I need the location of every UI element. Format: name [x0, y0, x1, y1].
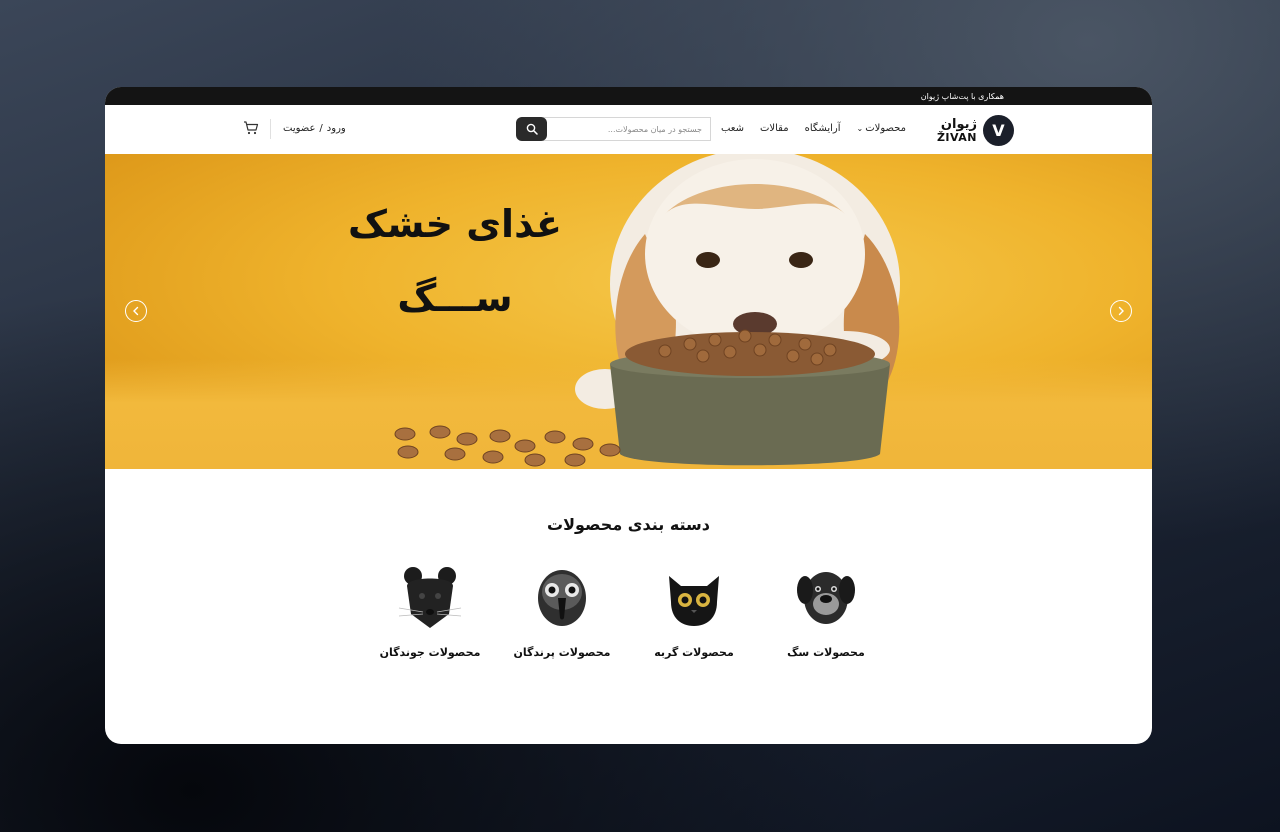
nav-item-branches[interactable]: شعب	[721, 123, 744, 134]
chevron-right-icon	[1118, 306, 1124, 316]
cart-icon[interactable]	[243, 120, 259, 136]
search-button[interactable]	[516, 117, 547, 141]
logo-mark-icon: V	[983, 115, 1014, 146]
site-header: ژیوان ŽIVAN V محصولات ⌄ آرایشگاه مقالات …	[105, 105, 1152, 154]
announcement-link[interactable]: همکاری با پت‌شاپ ژیوان	[921, 92, 1004, 101]
top-announcement-bar: همکاری با پت‌شاپ ژیوان	[105, 87, 1152, 105]
dog-eating-image	[394, 154, 900, 467]
dog-icon	[797, 572, 855, 624]
category-dog[interactable]: محصولات سگ	[766, 562, 886, 659]
category-cat[interactable]: محصولات گربه	[634, 562, 754, 659]
logo-name-en: ŽIVAN	[936, 130, 977, 144]
browser-frame: همکاری با پت‌شاپ ژیوان ژیوان ŽIVAN V محص…	[105, 87, 1152, 744]
hero-banner[interactable]: غذای خشک ســـگ	[105, 154, 1152, 469]
banner-headline: غذای خشک ســـگ	[348, 202, 562, 320]
category-rodent-label: محصولات جوندگان	[379, 646, 481, 659]
category-dog-label: محصولات سگ	[787, 646, 865, 659]
bird-icon	[538, 570, 586, 626]
category-bird[interactable]: محصولات پرندگان	[502, 562, 622, 659]
banner-title-line1: غذای خشک	[348, 202, 562, 246]
nav-item-products[interactable]: محصولات ⌄	[857, 123, 906, 134]
cat-icon	[669, 576, 719, 626]
register-link[interactable]: عضویت	[283, 123, 315, 134]
categories-title: دسته بندی محصولات	[547, 515, 710, 534]
auth-separator: /	[319, 123, 323, 134]
main-nav: محصولات ⌄ آرایشگاه مقالات شعب	[721, 123, 906, 134]
header-divider	[270, 119, 271, 139]
chevron-left-icon	[133, 306, 139, 316]
search-input[interactable]	[543, 117, 711, 141]
banner-prev-button[interactable]	[125, 300, 147, 322]
site-logo[interactable]: ژیوان ŽIVAN V	[937, 115, 1014, 146]
banner-title-line2: ســـگ	[397, 276, 513, 320]
banner-next-button[interactable]	[1110, 300, 1132, 322]
search-bar	[516, 117, 711, 141]
auth-links: عضویت / ورود	[283, 123, 346, 134]
category-bird-label: محصولات پرندگان	[513, 646, 611, 659]
rodent-icon	[398, 567, 462, 628]
search-icon	[526, 123, 538, 135]
nav-item-articles[interactable]: مقالات	[760, 123, 789, 134]
category-list: محصولات سگ محصولات گربه محصولات پرندگان	[105, 562, 1152, 672]
logo-name-fa: ژیوان	[940, 116, 977, 132]
nav-item-grooming[interactable]: آرایشگاه	[805, 123, 841, 134]
category-cat-label: محصولات گربه	[654, 646, 734, 659]
category-rodent[interactable]: محصولات جوندگان	[370, 562, 490, 659]
chevron-down-icon: ⌄	[856, 124, 864, 133]
login-link[interactable]: ورود	[327, 123, 346, 134]
